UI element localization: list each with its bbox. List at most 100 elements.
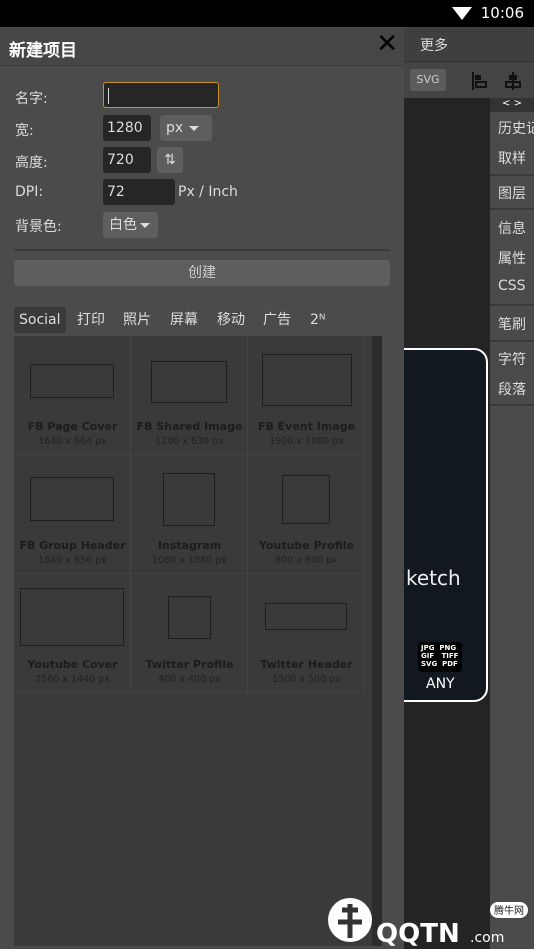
template-card[interactable]: FB Shared Image 1200 x 630 px [131, 336, 248, 455]
background-select[interactable]: 白色 [103, 212, 158, 238]
new-project-dialog: 新建项目 ✕ 名字: 宽: 1280 px 高度: 720 ⇅ DPI: 72 … [0, 27, 404, 949]
tab-print[interactable]: 打印 [72, 307, 110, 333]
height-label: 高度: [15, 155, 48, 171]
tab-mobile[interactable]: 移动 [212, 307, 250, 333]
template-name: FB Page Cover [27, 420, 118, 433]
dpi-unit: Px / Inch [178, 184, 238, 200]
template-size: 1920 x 1080 px [269, 436, 344, 447]
template-card[interactable]: Twitter Header 1500 x 500 px [248, 574, 365, 693]
sidebar-item-picker[interactable]: 取样 [498, 148, 534, 168]
template-size: 1640 x 664 px [38, 436, 107, 447]
svg-button[interactable]: SVG [410, 69, 446, 91]
template-card[interactable]: Youtube Cover 2560 x 1440 px [14, 574, 131, 693]
toolbar: SVG [404, 62, 534, 98]
divider [490, 304, 534, 306]
template-card[interactable]: Twitter Profile 400 x 400 px [131, 574, 248, 693]
divider [490, 340, 534, 342]
template-card[interactable]: FB Page Cover 1640 x 664 px [14, 336, 131, 455]
template-preview [30, 364, 114, 398]
template-size: 1080 x 1080 px [152, 555, 227, 566]
template-grid: FB Page Cover 1640 x 664 px FB Shared Imag… [14, 336, 382, 946]
template-card[interactable]: Youtube Profile 800 x 800 px [248, 455, 365, 574]
template-preview [20, 588, 124, 646]
right-sidebar: < > 历史记录 取样 图层 信息 属性 CSS 笔刷 字符 段落 [490, 98, 534, 949]
svg-text:.com: .com [470, 930, 504, 946]
width-label: 宽: [15, 123, 34, 139]
dialog-title: 新建项目 [9, 41, 77, 61]
name-label: 名字: [15, 91, 48, 107]
scrollbar[interactable] [372, 336, 382, 946]
sidebar-item-properties[interactable]: 属性 [498, 248, 534, 268]
template-preview [151, 361, 227, 403]
dpi-input[interactable]: 72 [103, 179, 175, 205]
template-preview [30, 477, 114, 521]
template-preview [168, 596, 211, 639]
template-size: 400 x 400 px [158, 674, 221, 685]
template-card[interactable]: FB Event Image 1920 x 1080 px [248, 336, 365, 455]
template-name: Instagram [157, 539, 222, 552]
qqtn-watermark-logo: QQTN .com 腾牛网 [328, 898, 528, 948]
sidebar-item-brush[interactable]: 笔刷 [498, 314, 534, 334]
divider [490, 174, 534, 176]
template-size: 800 x 800 px [275, 555, 338, 566]
unit-value: px [166, 120, 184, 136]
divider [490, 404, 534, 406]
divider [490, 208, 534, 210]
align-center-icon[interactable] [504, 72, 522, 90]
unit-select[interactable]: px [160, 115, 212, 141]
template-preview [262, 354, 352, 406]
align-left-icon[interactable] [472, 72, 488, 90]
template-size: 1500 x 500 px [272, 674, 341, 685]
wifi-icon [452, 7, 472, 20]
any-label: ANY [426, 676, 455, 692]
template-name: FB Shared Image [136, 420, 243, 433]
sidebar-item-css[interactable]: CSS [498, 278, 534, 294]
template-size: 1200 x 630 px [155, 436, 224, 447]
template-name: FB Event Image [257, 420, 356, 433]
tab-power-of-two[interactable]: 2ᴺ [305, 307, 331, 333]
app-name-text: ketch [406, 566, 461, 590]
tab-photo[interactable]: 照片 [118, 307, 156, 333]
svg-text:腾牛网: 腾牛网 [494, 904, 524, 917]
create-button[interactable]: 创建 [14, 260, 390, 286]
template-name: Twitter Header [260, 658, 353, 671]
sidebar-item-layers[interactable]: 图层 [498, 183, 534, 203]
tab-screen[interactable]: 屏幕 [165, 307, 203, 333]
tab-social[interactable]: Social [14, 307, 66, 333]
sidebar-item-history[interactable]: 历史记录 [498, 118, 534, 138]
dialog-header: 新建项目 ✕ [0, 27, 404, 66]
close-icon[interactable]: ✕ [376, 29, 398, 59]
more-menu[interactable]: 更多 [404, 27, 534, 62]
background-value: 白色 [109, 217, 137, 233]
clock: 10:06 [480, 4, 524, 22]
dpi-label: DPI: [15, 184, 44, 200]
template-preview [163, 473, 215, 526]
sidebar-item-paragraph[interactable]: 段落 [498, 379, 534, 399]
template-size: 1640 x 856 px [38, 555, 107, 566]
tab-ads[interactable]: 广告 [258, 307, 296, 333]
chevron-down-icon [140, 222, 150, 228]
sidebar-item-character[interactable]: 字符 [498, 349, 534, 369]
divider [14, 249, 390, 251]
template-size: 2560 x 1440 px [35, 674, 110, 685]
height-input[interactable]: 720 [103, 147, 151, 173]
status-bar: 10:06 [0, 0, 534, 27]
more-label: 更多 [420, 38, 448, 54]
width-input[interactable]: 1280 [103, 115, 151, 141]
template-name: Youtube Profile [258, 539, 355, 552]
formats-icon: JPG PNG GIF TIFF SVG PDF [418, 642, 462, 672]
chevron-down-icon [189, 125, 200, 131]
swap-dimensions-icon[interactable]: ⇅ [157, 147, 183, 173]
template-card[interactable]: Instagram 1080 x 1080 px [131, 455, 248, 574]
template-name: FB Group Header [19, 539, 126, 552]
template-preview [265, 603, 347, 630]
name-input[interactable] [103, 82, 219, 108]
template-name: Twitter Profile [145, 658, 234, 671]
template-card[interactable]: FB Group Header 1640 x 856 px [14, 455, 131, 574]
svg-text:QQTN: QQTN [376, 919, 460, 948]
sidebar-item-info[interactable]: 信息 [498, 218, 534, 238]
background-label: 背景色: [15, 219, 62, 235]
template-name: Youtube Cover [27, 658, 118, 671]
collapse-toggle[interactable]: < > [490, 98, 534, 112]
template-preview [282, 475, 330, 524]
